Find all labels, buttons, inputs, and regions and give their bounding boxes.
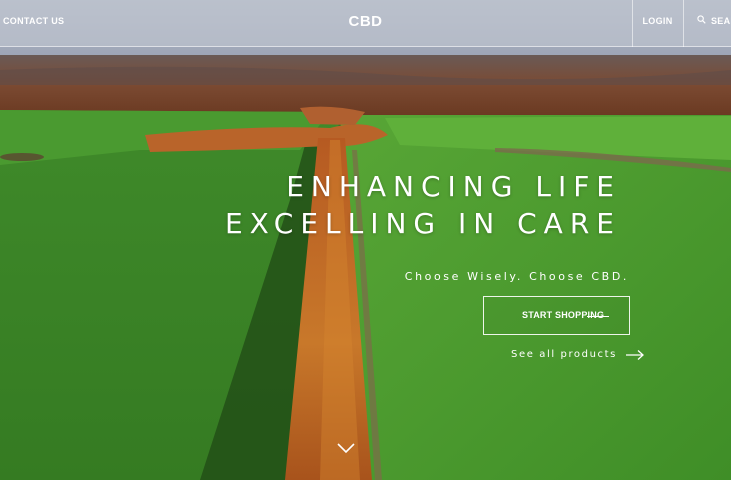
see-all-products-link[interactable]: See all products	[511, 346, 645, 362]
search-link[interactable]: SEARC	[711, 0, 731, 47]
top-navigation-bar: CONTACT US CBD LOGIN SEARC	[0, 0, 731, 47]
arrow-right-icon	[626, 349, 645, 360]
button-line-decoration	[587, 316, 609, 317]
contact-us-link[interactable]: CONTACT US	[3, 0, 64, 47]
hero-tagline: Choose Wisely. Choose CBD.	[404, 270, 629, 283]
brand-logo[interactable]: CBD	[349, 13, 383, 30]
chevron-down-icon[interactable]	[337, 442, 355, 454]
brand-logo-area: CBD	[0, 0, 731, 47]
hero-headline-line-2: EXCELLING IN CARE	[224, 207, 621, 240]
hero-background-image	[0, 0, 731, 480]
start-shopping-button[interactable]: START SHOPPING	[483, 296, 630, 335]
start-shopping-label: START SHOPPING	[522, 310, 605, 320]
hero-headline-line-1: ENHANCING LIFE	[286, 170, 621, 203]
login-link[interactable]: LOGIN	[632, 0, 683, 47]
nav-divider	[683, 0, 684, 47]
see-all-products-label: See all products	[511, 348, 617, 360]
search-icon[interactable]	[697, 15, 706, 24]
